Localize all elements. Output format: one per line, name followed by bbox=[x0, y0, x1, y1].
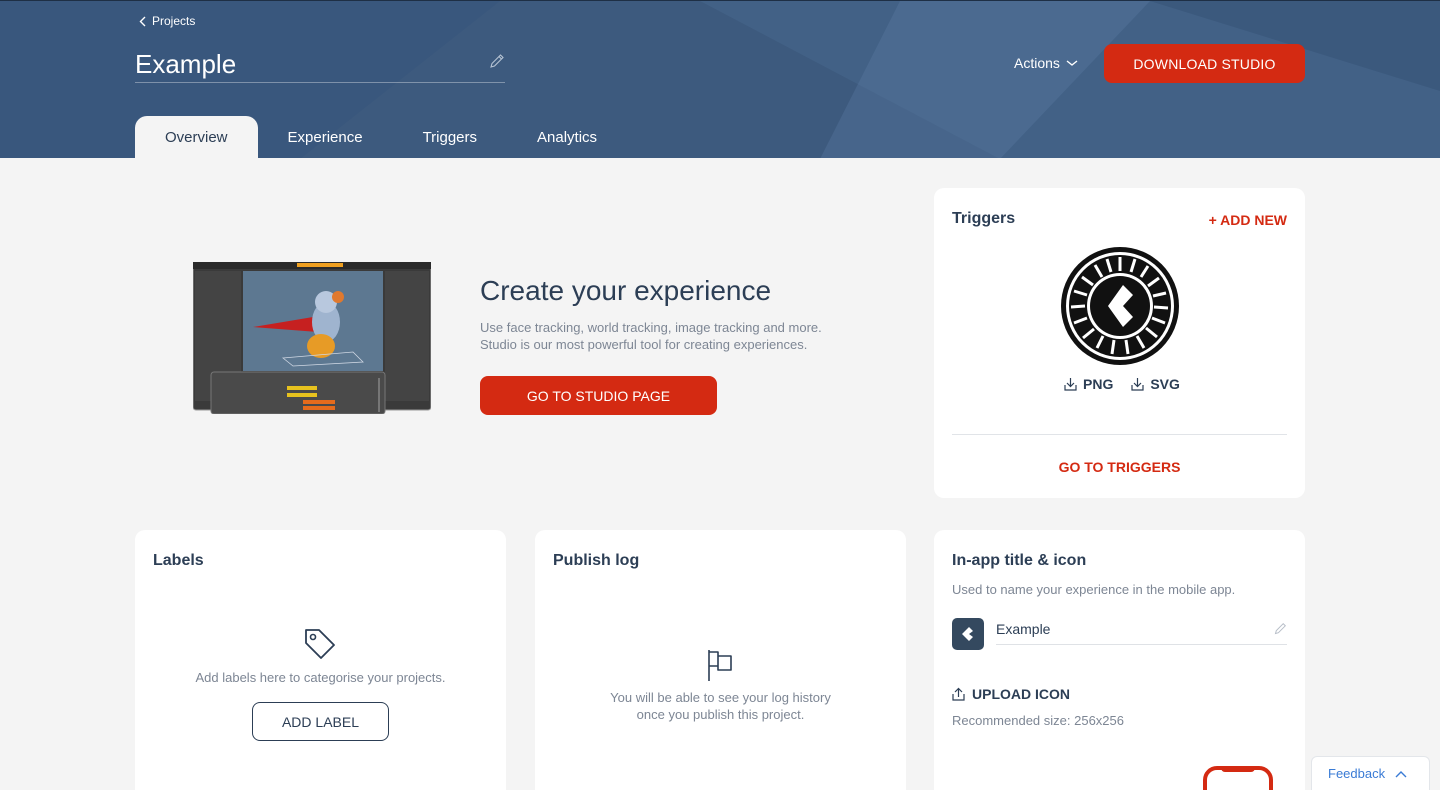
chevron-up-icon bbox=[1395, 770, 1407, 777]
add-label-button[interactable]: ADD LABEL bbox=[252, 702, 389, 741]
download-svg-label: SVG bbox=[1150, 376, 1180, 392]
feedback-label: Feedback bbox=[1328, 766, 1386, 781]
flag-icon bbox=[708, 650, 732, 681]
page-header: Projects Example Actions DOWNLOAD STUDIO… bbox=[0, 0, 1440, 158]
download-svg-link[interactable]: SVG bbox=[1131, 376, 1180, 392]
download-studio-button[interactable]: DOWNLOAD STUDIO bbox=[1104, 44, 1305, 83]
actions-label: Actions bbox=[1014, 55, 1060, 71]
phone-preview-frame bbox=[1203, 766, 1273, 790]
tab-bar: Overview Experience Triggers Analytics bbox=[135, 116, 627, 158]
app-icon-thumbnail bbox=[952, 618, 984, 650]
add-new-trigger-link[interactable]: + ADD NEW bbox=[1209, 212, 1287, 228]
publish-log-card-title: Publish log bbox=[553, 552, 640, 569]
download-icon bbox=[1064, 378, 1077, 391]
inapp-title-icon-card: In-app title & icon Used to name your ex… bbox=[934, 530, 1305, 790]
tab-triggers[interactable]: Triggers bbox=[393, 116, 507, 158]
pencil-icon[interactable] bbox=[1274, 622, 1287, 635]
labels-card: Labels Add labels here to categorise you… bbox=[135, 530, 506, 790]
go-to-triggers-link[interactable]: GO TO TRIGGERS bbox=[934, 459, 1305, 475]
chevron-down-icon bbox=[1066, 60, 1078, 66]
project-title-field[interactable]: Example bbox=[135, 47, 505, 83]
tab-overview[interactable]: Overview bbox=[135, 116, 258, 158]
pencil-icon[interactable] bbox=[489, 53, 505, 69]
hero-description-line2: Studio is our most powerful tool for cre… bbox=[480, 337, 808, 352]
app-name-field[interactable]: Example bbox=[996, 618, 1287, 645]
labels-empty-text: Add labels here to categorise your proje… bbox=[195, 670, 446, 685]
publish-log-line2: once you publish this project. bbox=[636, 707, 805, 722]
hero-description-line1: Use face tracking, world tracking, image… bbox=[480, 320, 822, 335]
tab-experience[interactable]: Experience bbox=[258, 116, 393, 158]
breadcrumb-label: Projects bbox=[152, 14, 196, 28]
upload-icon-label: UPLOAD ICON bbox=[972, 686, 1070, 702]
project-title: Example bbox=[135, 49, 237, 79]
card-divider bbox=[952, 434, 1287, 435]
app-name-value: Example bbox=[996, 621, 1051, 637]
chevron-left-icon bbox=[139, 16, 146, 26]
publish-log-empty-text: You will be able to see your log history… bbox=[535, 689, 906, 723]
download-png-label: PNG bbox=[1083, 376, 1114, 392]
hero-description: Use face tracking, world tracking, image… bbox=[480, 319, 880, 353]
download-icon bbox=[1131, 378, 1144, 391]
actions-dropdown[interactable]: Actions bbox=[1014, 55, 1078, 71]
feedback-widget[interactable]: Feedback bbox=[1311, 756, 1430, 790]
publish-log-card: Publish log You will be able to see your… bbox=[535, 530, 906, 790]
upload-icon bbox=[952, 687, 965, 701]
tag-icon bbox=[305, 629, 335, 659]
download-png-link[interactable]: PNG bbox=[1064, 376, 1113, 392]
triggers-card-title: Triggers bbox=[952, 210, 1016, 227]
inapp-card-title: In-app title & icon bbox=[952, 552, 1087, 569]
zappar-logo-icon bbox=[962, 627, 973, 641]
breadcrumb-projects[interactable]: Projects bbox=[139, 14, 195, 28]
trigger-download-row: PNG SVG bbox=[1064, 376, 1180, 392]
studio-screenshot-illustration bbox=[193, 262, 431, 414]
inapp-card-subtitle: Used to name your experience in the mobi… bbox=[952, 582, 1236, 597]
upload-icon-button[interactable]: UPLOAD ICON bbox=[952, 686, 1070, 702]
labels-card-title: Labels bbox=[153, 552, 204, 569]
triggers-card: Triggers + ADD NEW PNG SVG GO TO TRIGGER… bbox=[934, 188, 1305, 498]
hero-title: Create your experience bbox=[480, 275, 772, 306]
recommended-size-text: Recommended size: 256x256 bbox=[952, 713, 1124, 728]
tab-analytics[interactable]: Analytics bbox=[507, 116, 627, 158]
zapcode-trigger-image bbox=[1061, 247, 1179, 365]
publish-log-line1: You will be able to see your log history bbox=[610, 690, 831, 705]
go-to-studio-button[interactable]: GO TO STUDIO PAGE bbox=[480, 376, 717, 415]
